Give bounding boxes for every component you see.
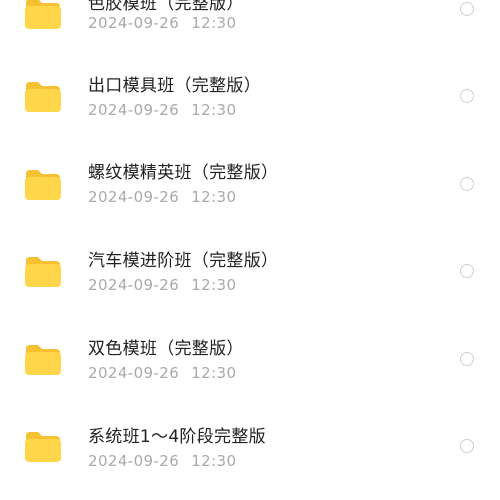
file-name: 双色模班（完整版） (88, 339, 244, 359)
folder-icon (24, 430, 62, 462)
file-name: 出口模具班（完整版） (88, 76, 261, 96)
list-item[interactable]: 螺纹模精英班（完整版） 2024-09-26 12:30 (0, 95, 500, 206)
list-item[interactable]: 系统班1～4阶段完整版 2024-09-26 12:30 (0, 358, 500, 470)
file-time: 12:30 (191, 452, 237, 470)
select-radio[interactable] (460, 439, 474, 453)
list-item[interactable]: 汽车模进阶班（完整版） 2024-09-26 12:30 (0, 182, 500, 294)
list-item[interactable]: 色胶模班（完整版） 2024-09-26 12:30 (0, 0, 500, 32)
file-name: 汽车模进阶班（完整版） (88, 251, 279, 271)
file-timestamp: 2024-09-26 12:30 (88, 452, 236, 470)
file-name: 螺纹模精英班（完整版） (88, 163, 279, 183)
file-list: 色胶模班（完整版） 2024-09-26 12:30 出口模具班（完整版） 202… (0, 0, 500, 500)
file-date: 2024-09-26 (88, 452, 180, 470)
list-item[interactable]: 双色模班（完整版） 2024-09-26 12:30 (0, 270, 500, 382)
file-name: 系统班1～4阶段完整版 (88, 427, 266, 447)
list-item[interactable]: 出口模具班（完整版） 2024-09-26 12:30 (0, 8, 500, 119)
